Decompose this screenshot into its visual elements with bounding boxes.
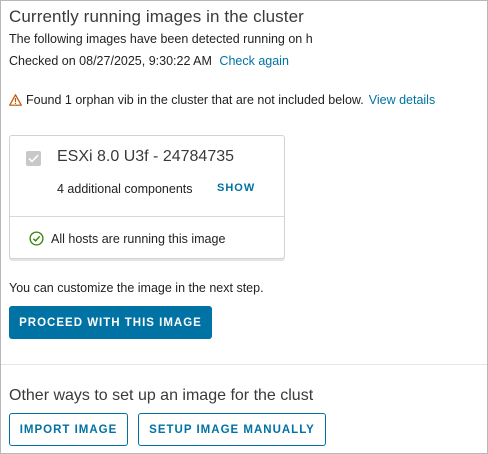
view-details-link[interactable]: View details	[369, 93, 435, 107]
setup-image-manually-button[interactable]: SETUP IMAGE MANUALLY	[138, 413, 326, 446]
other-ways-clip: Other ways to set up an image for the cl…	[1, 1, 339, 453]
other-ways-title: Other ways to set up an image for the cl…	[9, 387, 314, 404]
import-image-button[interactable]: IMPORT IMAGE	[9, 413, 128, 446]
image-setup-panel: Currently running images in the cluster …	[0, 0, 488, 454]
